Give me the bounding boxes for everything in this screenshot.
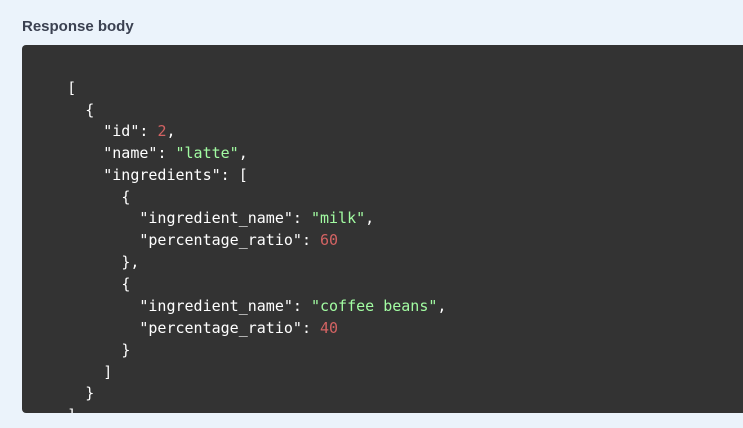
code-line: "percentage_ratio": 60 bbox=[139, 231, 339, 249]
code-line: "ingredient_name": "coffee beans", bbox=[139, 297, 447, 315]
code-line: "percentage_ratio": 40 bbox=[139, 319, 339, 337]
code-line: } bbox=[31, 317, 130, 359]
code-line: }, bbox=[121, 253, 140, 271]
code-line: { bbox=[31, 164, 130, 206]
response-body-code-block[interactable]: [ { "id": 2, "name": "latte", "ingredien… bbox=[22, 45, 743, 413]
code-line: "name": "latte", bbox=[103, 144, 248, 162]
json-key-percentage-ratio: "percentage_ratio" bbox=[139, 319, 302, 337]
json-close-brace: } bbox=[121, 341, 131, 359]
json-close-bracket: ] bbox=[103, 363, 113, 381]
json-value-percentage-ratio: 40 bbox=[320, 319, 339, 337]
response-body-title: Response body bbox=[22, 18, 134, 35]
code-line: { bbox=[31, 77, 94, 119]
json-value-percentage-ratio: 60 bbox=[320, 231, 339, 249]
code-line: "ingredients": [ bbox=[103, 166, 248, 184]
json-close-bracket: ] bbox=[67, 406, 76, 413]
json-close-brace: } bbox=[85, 384, 95, 402]
code-line: "ingredient_name": "milk", bbox=[139, 209, 375, 227]
code-line: [ bbox=[31, 55, 76, 97]
code-line: } bbox=[31, 360, 94, 402]
code-line: ] bbox=[31, 339, 112, 381]
code-line: ] bbox=[31, 382, 76, 413]
json-open-bracket: [ bbox=[238, 166, 248, 184]
code-line: { bbox=[31, 251, 130, 293]
json-key-percentage-ratio: "percentage_ratio" bbox=[139, 231, 302, 249]
code-line: "id": 2, bbox=[103, 122, 176, 140]
